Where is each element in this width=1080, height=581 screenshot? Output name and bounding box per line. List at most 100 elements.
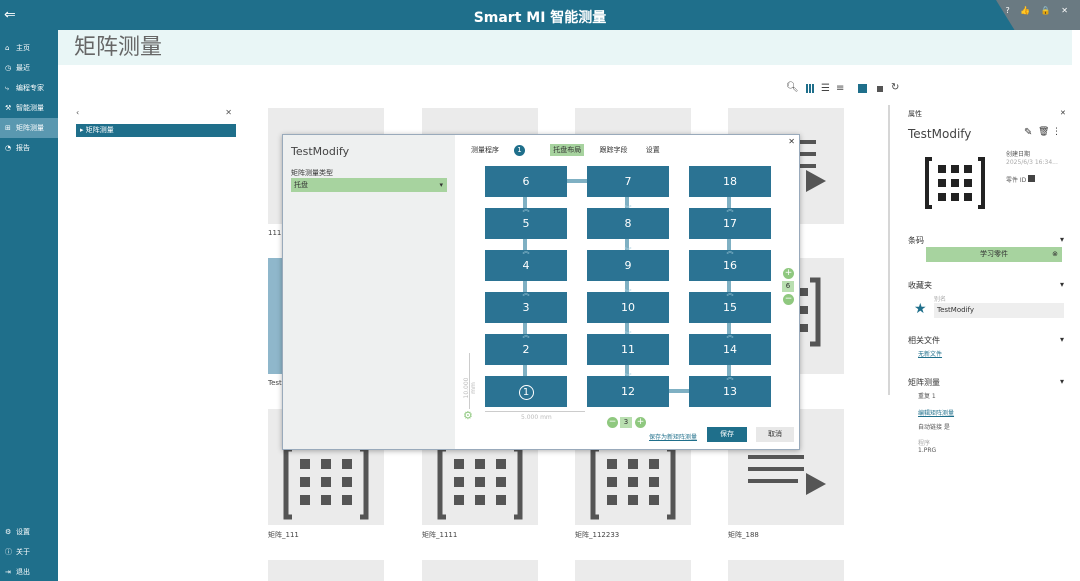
- tile-12[interactable]: [422, 560, 538, 581]
- rows-increase-button[interactable]: +: [783, 268, 794, 279]
- matrix-icon: [925, 157, 985, 209]
- list-icon[interactable]: ☰: [821, 83, 830, 94]
- repeat-value: 重复 1: [918, 393, 936, 400]
- grid-cell[interactable]: ︾ 10: [587, 289, 669, 323]
- grid-cell[interactable]: ︽ 15: [689, 289, 771, 323]
- grid-cell[interactable]: ︽ 2: [485, 331, 567, 365]
- chevron-up-icon: ︽: [522, 205, 530, 213]
- grid-cell[interactable]: ︽ 13: [689, 373, 771, 407]
- gear-icon[interactable]: ⚙: [463, 409, 473, 422]
- type-select[interactable]: 托盘 ▾: [291, 178, 447, 192]
- square-small-icon[interactable]: [877, 86, 883, 92]
- grid-cell[interactable]: ︾ 11: [587, 331, 669, 365]
- barcode-field[interactable]: 学习零件 ⊗: [926, 247, 1062, 262]
- alias-input[interactable]: TestModify: [934, 303, 1064, 318]
- sidebar-item-report[interactable]: ◔ 报告: [0, 138, 58, 158]
- sidebar-item-home[interactable]: ⌂ 主页: [0, 38, 58, 58]
- grid-large-icon[interactable]: [806, 84, 815, 93]
- grid-cell[interactable]: 7: [587, 166, 669, 197]
- tile-13[interactable]: [575, 560, 691, 581]
- id-badge-icon[interactable]: [1028, 175, 1036, 182]
- edit-icon[interactable]: ✎: [1024, 127, 1032, 138]
- chevron-down-icon: ︾: [624, 247, 632, 255]
- refresh-icon[interactable]: ↻: [891, 82, 899, 93]
- clear-icon[interactable]: ⊗: [1052, 247, 1058, 262]
- tile-label: 矩阵_188: [728, 531, 759, 539]
- dialog-left-panel: TestModify 矩阵测量类型 托盘 ▾: [283, 135, 455, 449]
- chevron-up-icon: ︽: [522, 331, 530, 339]
- tile-label: 矩阵_112233: [575, 531, 620, 539]
- save-as-new-link[interactable]: 保存为新矩阵测量: [649, 432, 697, 441]
- sidebar-item-about[interactable]: ⓘ 关于: [0, 542, 58, 562]
- gear-icon: ⚙: [5, 528, 12, 536]
- cols-value[interactable]: 3: [620, 417, 632, 428]
- caret-down-icon: ▾: [1059, 335, 1064, 344]
- properties-title: TestModify: [908, 127, 972, 141]
- sidebar-item-recent[interactable]: ◷ 最近: [0, 58, 58, 78]
- grid-cell[interactable]: ︾ 8: [587, 205, 669, 239]
- save-button[interactable]: 保存: [707, 427, 747, 442]
- sidebar-item-matrix-measure[interactable]: ⊞ 矩阵测量: [0, 118, 58, 138]
- grid-cell[interactable]: ︽ 14: [689, 331, 771, 365]
- sidebar-item-settings[interactable]: ⚙ 设置: [0, 522, 58, 542]
- tile-14[interactable]: [728, 560, 844, 581]
- created-value: 2025/6/3 16:34...: [1006, 159, 1058, 166]
- tile-label: 矩阵_1111: [422, 531, 458, 539]
- edit-matrix-link[interactable]: 编辑矩阵测量: [918, 408, 954, 417]
- grid-cell[interactable]: ︾ 9: [587, 247, 669, 281]
- grid-cell[interactable]: ︽ 3: [485, 289, 567, 323]
- matrix-icon: ⊞: [5, 124, 11, 132]
- chevron-down-icon: ︾: [624, 205, 632, 213]
- related-files-link[interactable]: 无新文件: [918, 349, 942, 358]
- star-icon[interactable]: ★: [914, 301, 927, 317]
- part-id-label: 零件 ID: [1006, 175, 1036, 184]
- sidebar-item-exit[interactable]: ⇥ 退出: [0, 562, 58, 581]
- cols-decrease-button[interactable]: −: [607, 417, 618, 428]
- properties-close-icon[interactable]: ✕: [1060, 109, 1066, 117]
- grid-cell[interactable]: 6: [485, 166, 567, 197]
- section-related-files[interactable]: 相关文件 ▾: [908, 335, 1064, 346]
- rows-value[interactable]: 6: [782, 281, 794, 292]
- caret-down-icon: ▾: [1059, 235, 1064, 244]
- grid-cell[interactable]: ︾ 12: [587, 373, 669, 407]
- tile-label: Test: [268, 379, 282, 387]
- cols-increase-button[interactable]: +: [635, 417, 646, 428]
- sidebar: ⌂ 主页 ◷ 最近 ⤷ 编程专家 ⚒ 智能测量 ⊞ 矩阵测量 ◔ 报告 ⚙ 设置 ⓘ 关于 ⇥ 退…: [0, 30, 58, 581]
- tree-node-matrix-measure[interactable]: ▸ 矩阵测量: [76, 124, 236, 137]
- alias-label: 别名: [934, 296, 947, 303]
- window-control-icons[interactable]: ? 👍 🔒 ✕: [1006, 6, 1073, 15]
- section-matrix[interactable]: 矩阵测量 ▾: [908, 377, 1064, 388]
- panel-divider: [888, 105, 890, 395]
- list-compact-icon[interactable]: ≡: [836, 83, 844, 94]
- sidebar-item-programming[interactable]: ⤷ 编程专家: [0, 78, 58, 98]
- tree-header: ‹ ✕: [76, 108, 236, 122]
- program-label: 程序: [918, 440, 931, 447]
- tile-11[interactable]: [268, 560, 384, 581]
- section-barcode[interactable]: 条码 ▾: [908, 235, 1064, 246]
- dialog-name: TestModify: [291, 145, 350, 158]
- grid-cell[interactable]: ︽ 5: [485, 205, 567, 239]
- tree-close-icon[interactable]: ✕: [225, 108, 232, 117]
- sidebar-item-smart-measure[interactable]: ⚒ 智能测量: [0, 98, 58, 118]
- tool-icon: ⚒: [5, 104, 12, 112]
- caret-down-icon: ▾: [1059, 377, 1064, 386]
- auto-link-value: 自动链接 是: [918, 424, 950, 431]
- section-favorites[interactable]: 收藏夹 ▾: [908, 280, 1064, 291]
- tray-layout-grid: » » 6 ︽5 ︽4 ︽3 ︽2 1 7 ︾8 ︾9 ︾10 ︾11 ︾12 …: [455, 135, 799, 449]
- rows-decrease-button[interactable]: −: [783, 294, 794, 305]
- more-icon[interactable]: ⋮: [1052, 127, 1061, 137]
- grid-cell[interactable]: 18: [689, 166, 771, 197]
- grid-cell-start[interactable]: 1: [485, 376, 567, 407]
- search-icon[interactable]: 🔍︎: [786, 82, 799, 93]
- tree-back-icon[interactable]: ‹: [76, 108, 79, 117]
- tile-label: 111: [268, 229, 282, 237]
- square-filled-icon[interactable]: [858, 84, 867, 93]
- grid-cell[interactable]: ︽ 16: [689, 247, 771, 281]
- grid-cell[interactable]: ︽ 17: [689, 205, 771, 239]
- chevron-up-icon: ︽: [726, 205, 734, 213]
- grid-cell[interactable]: ︽ 4: [485, 247, 567, 281]
- cancel-button[interactable]: 取消: [756, 427, 794, 442]
- path-icon: ⤷: [5, 84, 9, 92]
- delete-icon[interactable]: 🗑︎: [1038, 127, 1049, 137]
- clock-icon: ◷: [5, 64, 12, 72]
